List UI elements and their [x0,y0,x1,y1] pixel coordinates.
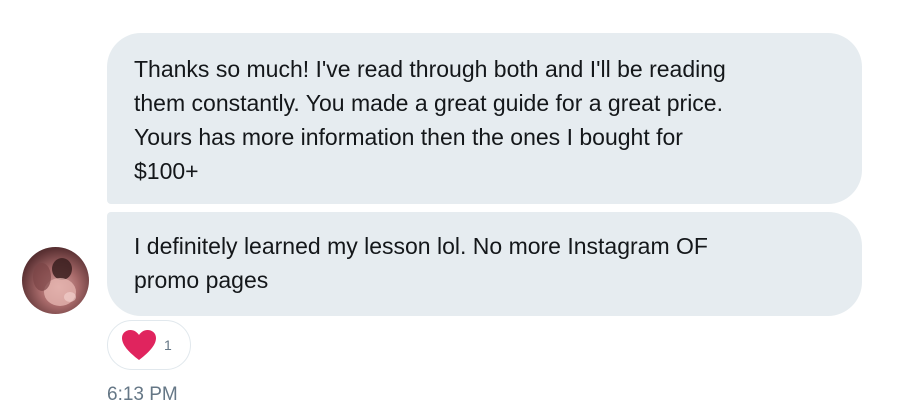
heart-reaction-button[interactable]: 1 [107,320,191,370]
heart-icon [122,330,156,360]
avatar-photo [33,258,76,306]
avatar[interactable] [22,247,89,314]
message-timestamp: 6:13 PM [107,384,178,405]
dm-conversation: Thanks so much! I've read through both a… [0,0,904,420]
reaction-count: 1 [164,337,172,353]
message-bubble[interactable]: Thanks so much! I've read through both a… [107,33,862,204]
message-bubble[interactable]: I definitely learned my lesson lol. No m… [107,212,862,316]
